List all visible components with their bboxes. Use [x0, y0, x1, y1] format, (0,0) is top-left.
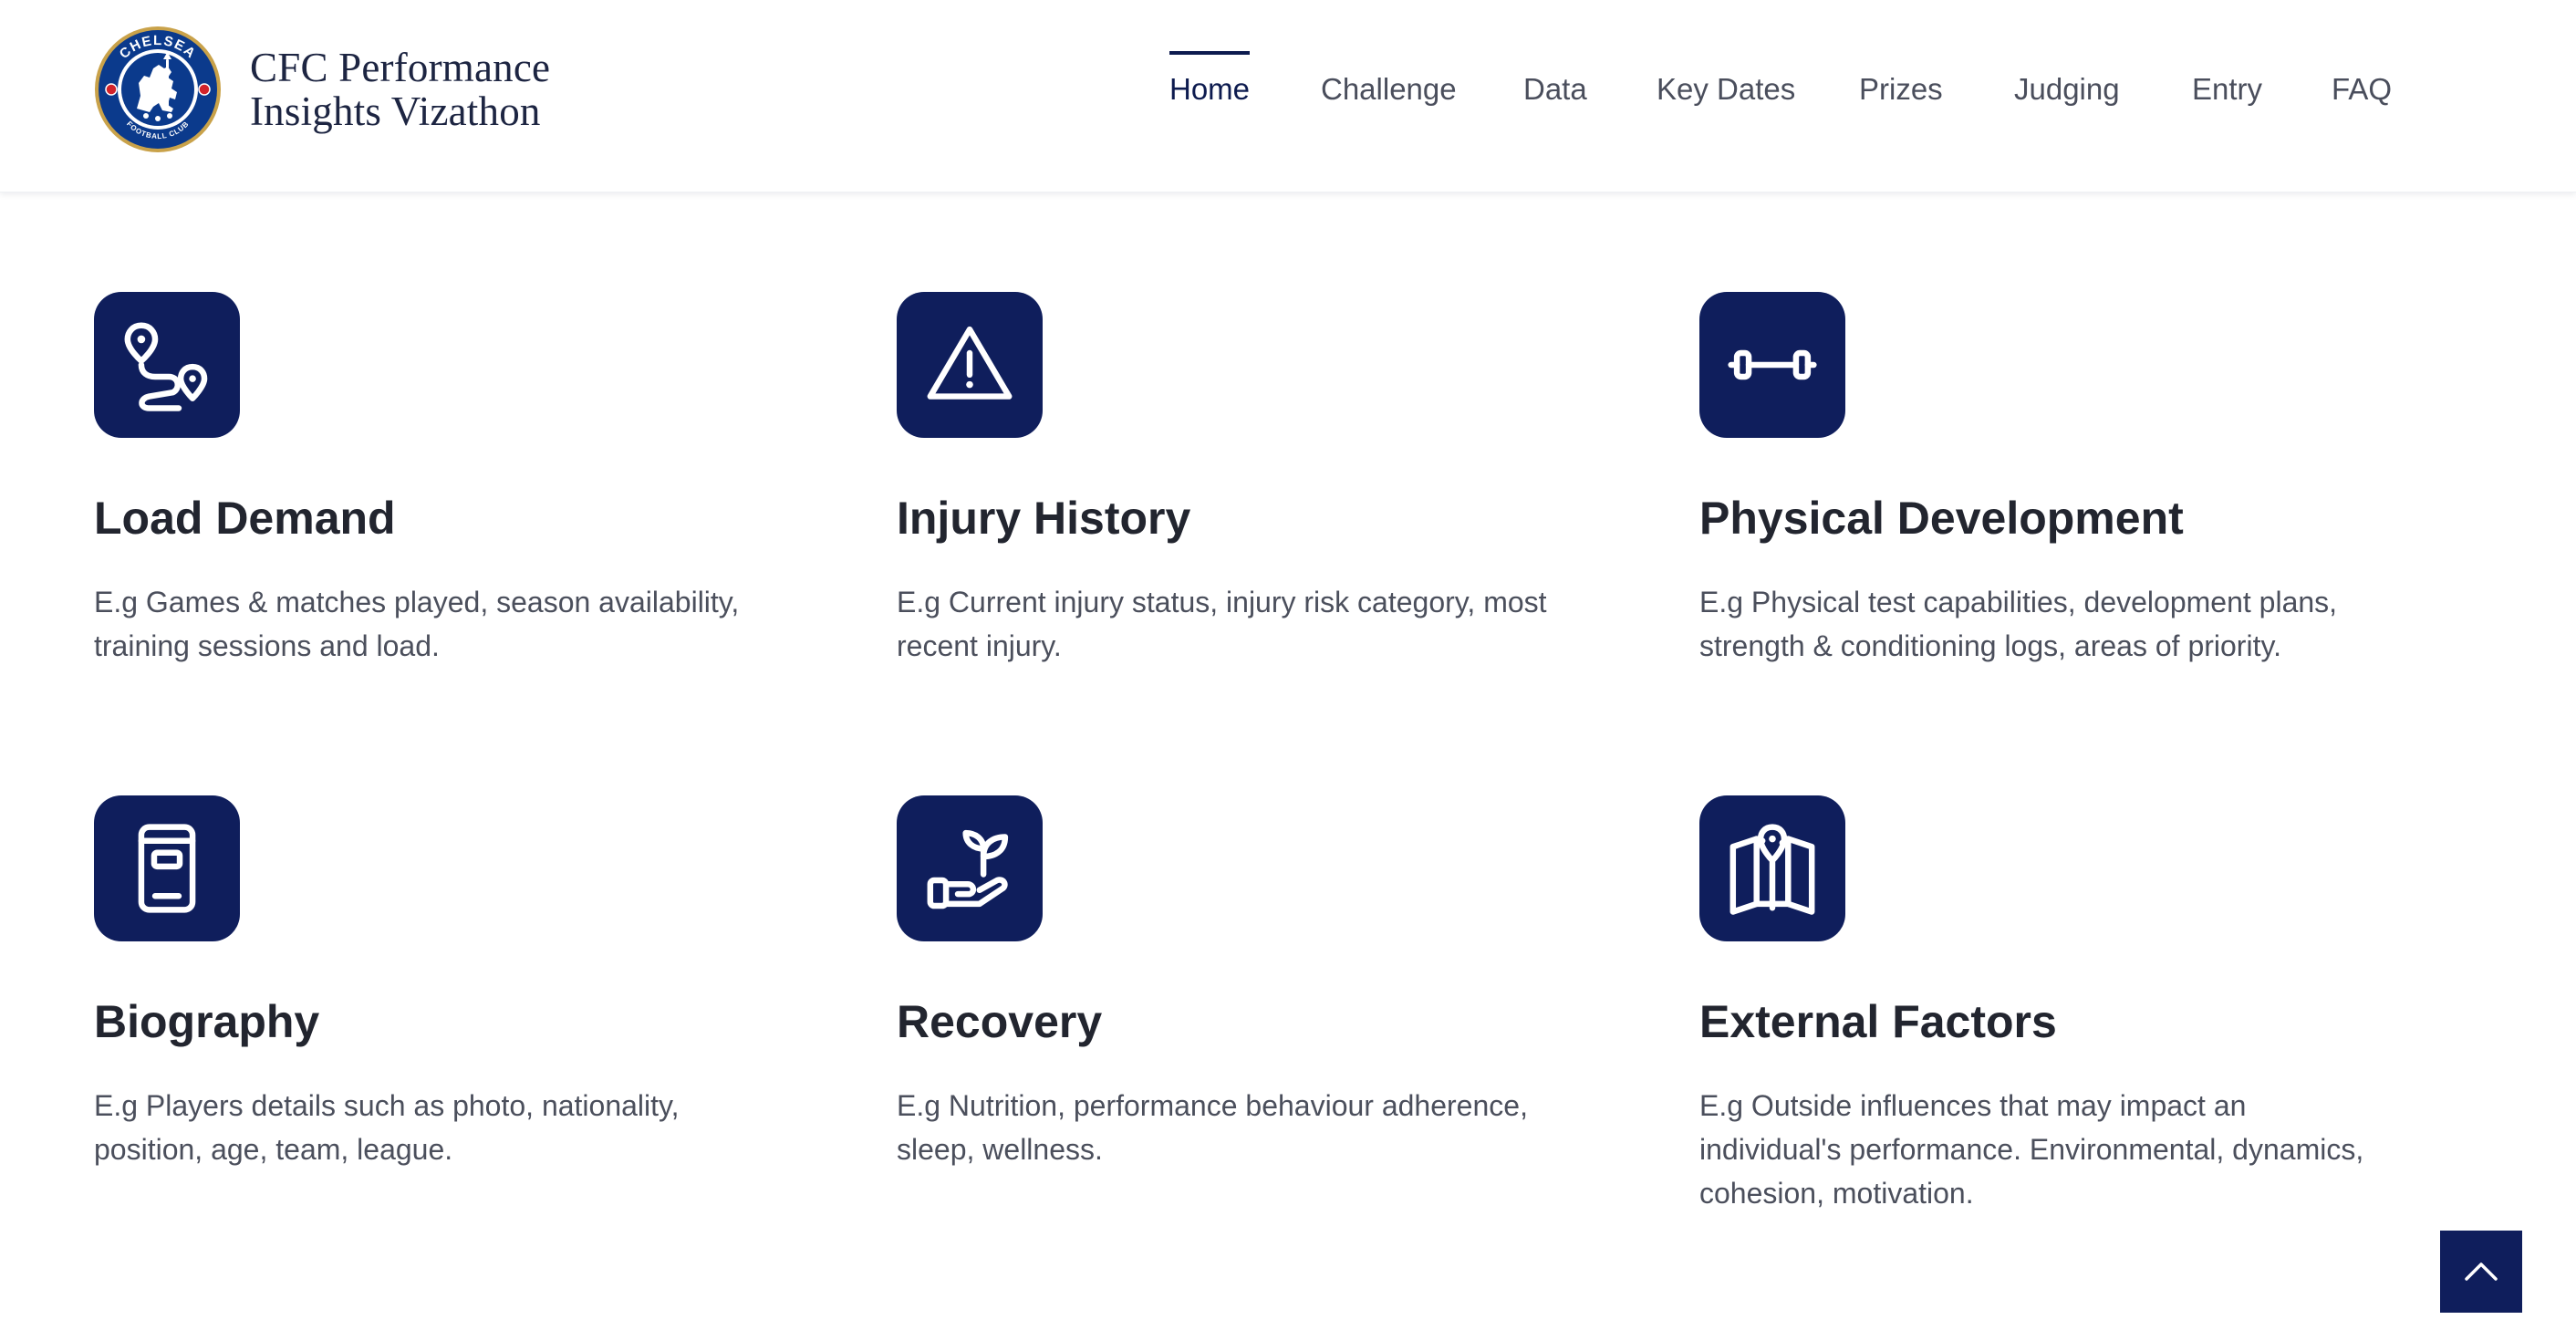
feature-title: Load Demand	[94, 493, 396, 544]
feature-icon-tile	[1699, 795, 1845, 941]
feature-description: E.g Current injury status, injury risk c…	[897, 586, 1547, 662]
dumbbell-icon	[1728, 349, 1817, 380]
site-title-line1: CFC Performance	[250, 45, 551, 90]
nav-item-entry[interactable]: Entry	[2192, 71, 2262, 108]
feature-title: Biography	[94, 996, 320, 1047]
feature-description: E.g Games & matches played, season avail…	[94, 586, 740, 662]
map-pin-icon	[1729, 824, 1815, 915]
feature-card-biography: Biography E.g Players details such as ph…	[94, 795, 842, 1171]
site-header: CHELSEA FOOTBALL CLUB CFC Performance In…	[0, 0, 2576, 192]
site-title-line2: Insights Vizathon	[250, 88, 541, 134]
feature-card-recovery: Recovery E.g Nutrition, performance beha…	[897, 795, 1645, 1171]
id-badge-icon	[138, 824, 196, 913]
nav-item-challenge[interactable]: Challenge	[1321, 71, 1457, 108]
nav-item-key-dates[interactable]: Key Dates	[1657, 71, 1795, 108]
nav-item-faq[interactable]: FAQ	[2332, 71, 2392, 108]
feature-title: Recovery	[897, 996, 1103, 1047]
feature-icon-tile	[1699, 292, 1845, 438]
feature-card-physical-development: Physical Development E.g Physical test c…	[1699, 292, 2447, 668]
feature-title: External Factors	[1699, 996, 2057, 1047]
feature-card-injury-history: Injury History E.g Current injury status…	[897, 292, 1645, 668]
scroll-to-top-button[interactable]	[2440, 1231, 2522, 1313]
feature-icon-tile	[94, 292, 240, 438]
nav-item-home[interactable]: Home	[1169, 51, 1251, 108]
feature-description: E.g Outside influences that may impact a…	[1699, 1089, 2364, 1210]
feature-description: E.g Physical test capabilities, developm…	[1699, 586, 2338, 662]
feature-icon-tile	[94, 795, 240, 941]
feature-card-load-demand: Load Demand E.g Games & matches played, …	[94, 292, 842, 668]
feature-title: Injury History	[897, 493, 1191, 544]
feature-description: E.g Players details such as photo, natio…	[94, 1089, 680, 1166]
nav-item-judging[interactable]: Judging	[2014, 71, 2120, 108]
feature-description: E.g Nutrition, performance behaviour adh…	[897, 1089, 1528, 1166]
chelsea-crest-logo[interactable]: CHELSEA FOOTBALL CLUB	[93, 25, 223, 154]
hand-sprout-icon	[927, 829, 1009, 909]
feature-card-external-factors: External Factors E.g Outside influences …	[1699, 795, 2447, 1215]
feature-icon-tile	[897, 795, 1043, 941]
chevron-up-icon	[2465, 1262, 2498, 1281]
site-title[interactable]: CFC Performance Insights Vizathon	[250, 46, 633, 133]
route-pins-icon	[124, 322, 208, 411]
warning-triangle-icon	[927, 326, 1013, 400]
nav-item-prizes[interactable]: Prizes	[1859, 71, 1943, 108]
feature-icon-tile	[897, 292, 1043, 438]
nav-item-data[interactable]: Data	[1523, 71, 1587, 108]
feature-title: Physical Development	[1699, 493, 2184, 544]
